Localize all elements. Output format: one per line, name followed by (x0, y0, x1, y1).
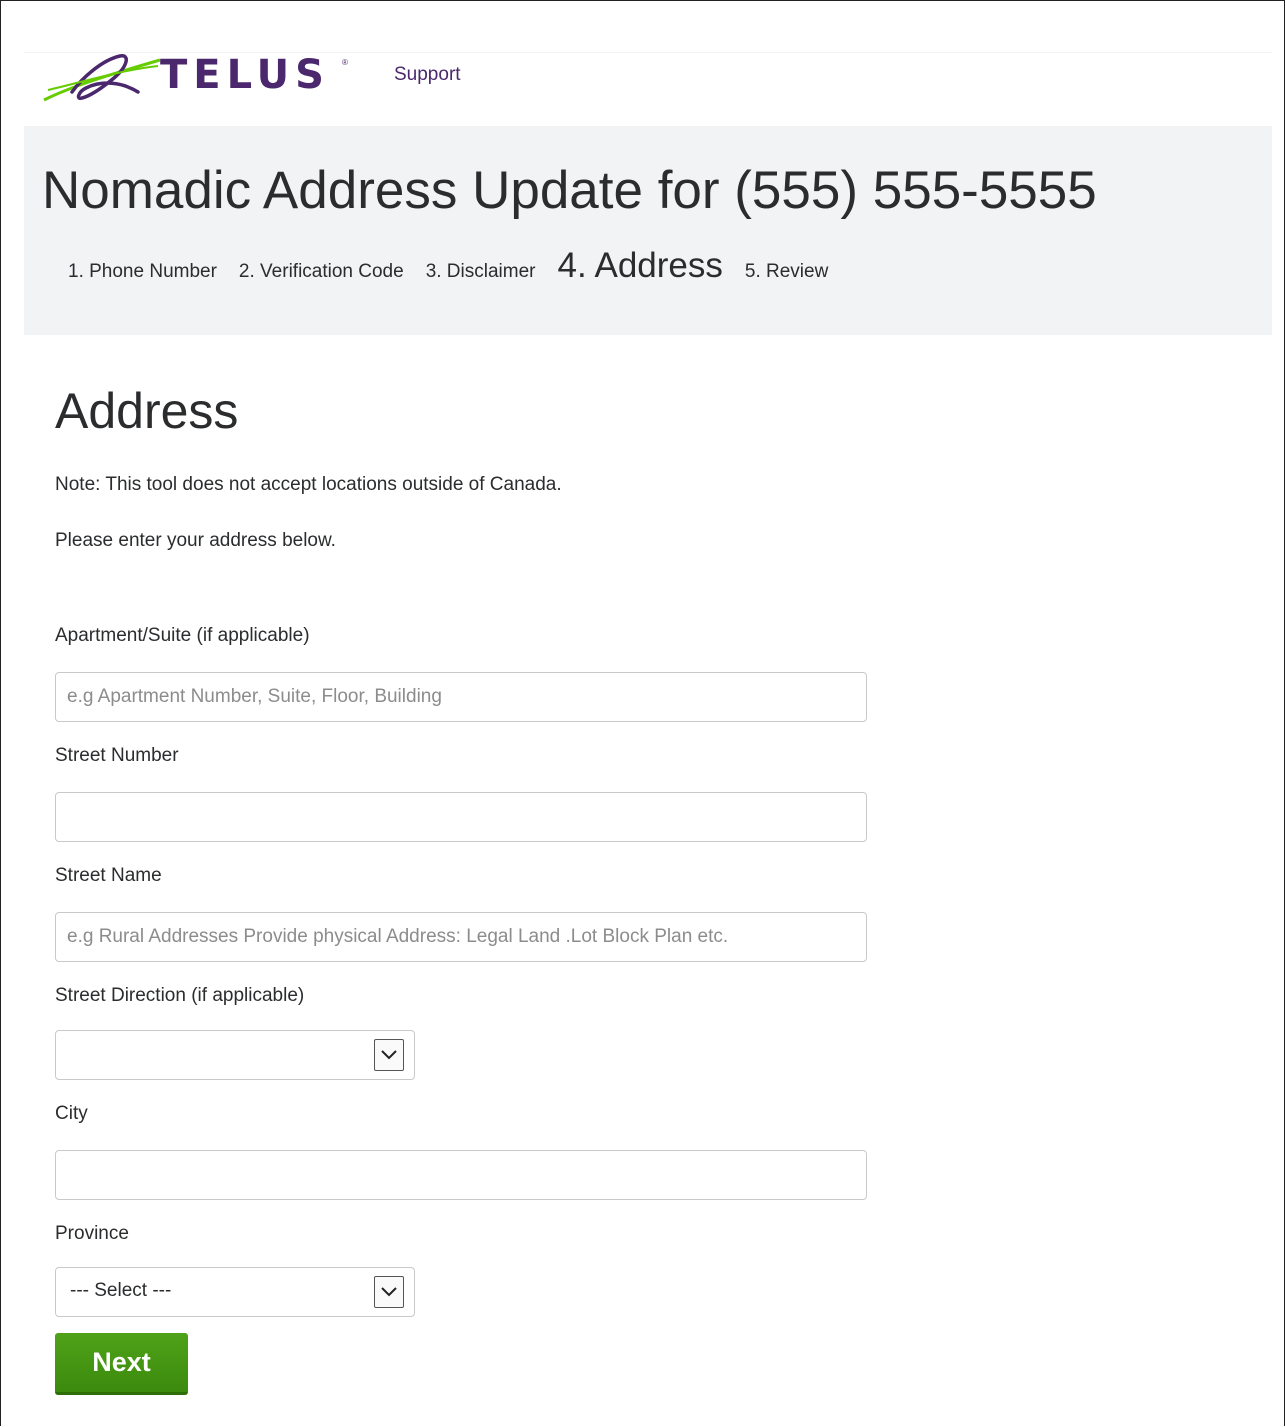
page-title: Nomadic Address Update for (555) 555-555… (42, 161, 1097, 220)
street-number-label: Street Number (55, 745, 179, 766)
street-number-input[interactable] (55, 792, 867, 842)
province-value: --- Select --- (70, 1280, 172, 1301)
city-input[interactable] (55, 1150, 867, 1200)
step-disclaimer: 3. Disclaimer (425, 261, 536, 282)
telus-logo[interactable]: TELUS ® (42, 52, 362, 106)
next-button[interactable]: Next (55, 1333, 188, 1395)
support-link[interactable]: Support (394, 64, 461, 86)
form-intro: Please enter your address below. (55, 530, 336, 551)
chevron-down-icon[interactable] (374, 1276, 404, 1308)
section-title: Address (55, 383, 239, 439)
chevron-down-icon[interactable] (374, 1039, 404, 1071)
brand-name: TELUS (160, 52, 330, 98)
registered-mark: ® (342, 58, 348, 67)
step-address-current: 4. Address (557, 246, 723, 285)
progress-steps: 1. Phone Number 2. Verification Code 3. … (68, 246, 850, 296)
step-review: 5. Review (744, 261, 829, 282)
step-phone-number: 1. Phone Number (68, 261, 217, 282)
street-direction-select[interactable] (55, 1030, 415, 1080)
apartment-label: Apartment/Suite (if applicable) (55, 625, 310, 646)
street-direction-label: Street Direction (if applicable) (55, 985, 305, 1006)
street-name-input[interactable] (55, 912, 867, 962)
street-name-label: Street Name (55, 865, 162, 886)
province-select[interactable]: --- Select --- (55, 1267, 415, 1317)
province-label: Province (55, 1223, 129, 1244)
city-label: City (55, 1103, 88, 1124)
apartment-input[interactable] (55, 672, 867, 722)
page-banner: Nomadic Address Update for (555) 555-555… (24, 126, 1272, 335)
canada-note: Note: This tool does not accept location… (55, 474, 562, 495)
telus-swoosh-icon (43, 54, 161, 102)
step-verification-code: 2. Verification Code (238, 261, 404, 282)
